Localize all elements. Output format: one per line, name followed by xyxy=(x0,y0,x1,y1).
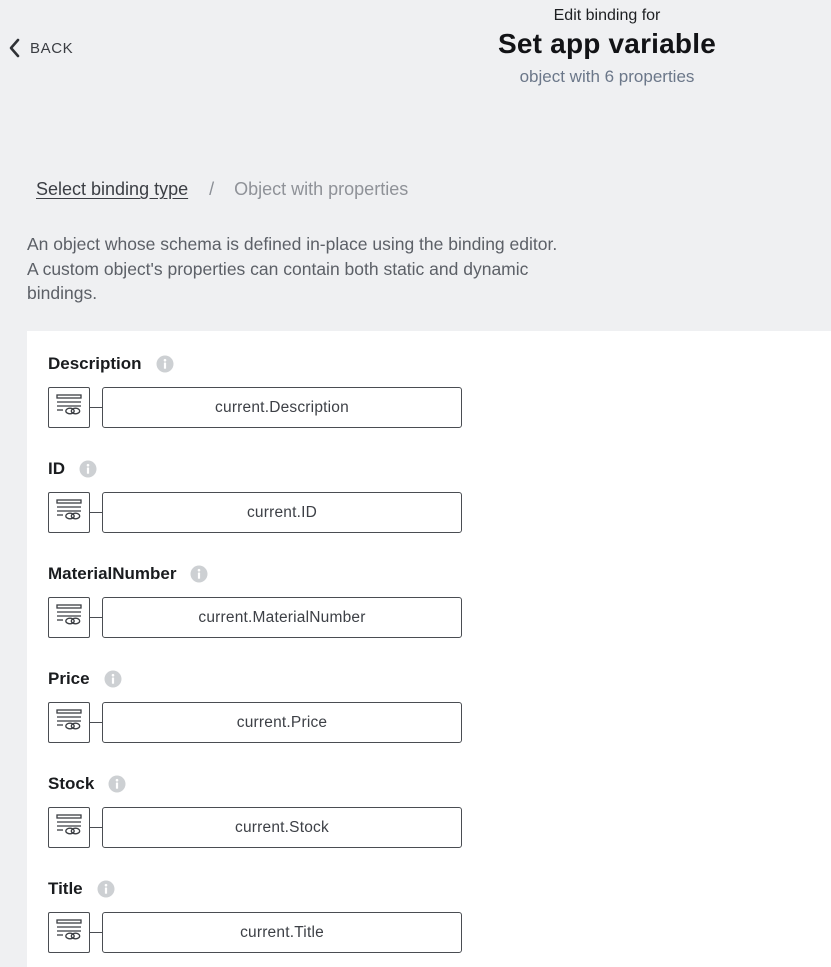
property-label: ID xyxy=(48,459,65,478)
formula-binding-icon xyxy=(55,603,83,632)
property-label: Price xyxy=(48,669,90,688)
property-price: Price current.Price xyxy=(48,668,468,743)
binding-type-button[interactable] xyxy=(48,912,90,953)
property-id: ID current.ID xyxy=(48,458,468,533)
property-label: MaterialNumber xyxy=(48,564,177,583)
info-icon[interactable] xyxy=(156,355,174,373)
breadcrumb-separator: / xyxy=(209,179,215,199)
binding-value-field[interactable]: current.ID xyxy=(102,492,462,533)
binding-value-field[interactable]: current.Description xyxy=(102,387,462,428)
header-pre-title: Edit binding for xyxy=(553,7,661,24)
binding-type-button[interactable] xyxy=(48,597,90,638)
properties-panel: Description current.Description ID curre… xyxy=(27,331,831,967)
binding-type-button[interactable] xyxy=(48,387,90,428)
binding-value-field[interactable]: current.Title xyxy=(102,912,462,953)
property-stock: Stock current.Stock xyxy=(48,773,468,848)
binding-value-field[interactable]: current.Price xyxy=(102,702,462,743)
property-label: Stock xyxy=(48,774,95,793)
binding-value-field[interactable]: current.Stock xyxy=(102,807,462,848)
formula-binding-icon xyxy=(55,393,83,422)
binding-connector xyxy=(90,827,102,828)
property-label: Title xyxy=(48,879,83,898)
page-header: Edit binding for Set app variable object… xyxy=(386,0,828,87)
property-materialnumber: MaterialNumber current.MaterialNumber xyxy=(48,563,468,638)
description-line: A custom object's properties can contain… xyxy=(27,258,529,279)
back-button[interactable]: BACK xyxy=(8,38,73,58)
info-icon[interactable] xyxy=(97,880,115,898)
page-title: Set app variable xyxy=(498,28,716,59)
info-icon[interactable] xyxy=(190,565,208,583)
breadcrumb-select-binding-type[interactable]: Select binding type xyxy=(36,179,188,200)
breadcrumb: Select binding type / Object with proper… xyxy=(36,179,408,200)
formula-binding-icon xyxy=(55,708,83,737)
chevron-left-icon xyxy=(8,38,20,58)
property-title: Title current.Title xyxy=(48,878,468,953)
back-label: BACK xyxy=(30,39,74,57)
header-subtitle: object with 6 properties xyxy=(519,67,695,86)
binding-description: An object whose schema is defined in-pla… xyxy=(27,232,627,306)
binding-connector xyxy=(90,512,102,513)
binding-connector xyxy=(90,407,102,408)
breadcrumb-current: Object with properties xyxy=(234,179,409,199)
formula-binding-icon xyxy=(55,918,83,947)
binding-type-button[interactable] xyxy=(48,492,90,533)
info-icon[interactable] xyxy=(108,775,126,793)
property-label: Description xyxy=(48,354,142,373)
description-line: bindings. xyxy=(27,283,98,303)
binding-type-button[interactable] xyxy=(48,702,90,743)
binding-connector xyxy=(90,617,102,618)
formula-binding-icon xyxy=(55,813,83,842)
description-line: An object whose schema is defined in-pla… xyxy=(27,234,558,254)
formula-binding-icon xyxy=(55,498,83,527)
binding-value-field[interactable]: current.MaterialNumber xyxy=(102,597,462,638)
binding-connector xyxy=(90,722,102,723)
property-description: Description current.Description xyxy=(48,353,468,428)
info-icon[interactable] xyxy=(104,670,122,688)
info-icon[interactable] xyxy=(79,460,97,478)
binding-connector xyxy=(90,932,102,933)
binding-type-button[interactable] xyxy=(48,807,90,848)
